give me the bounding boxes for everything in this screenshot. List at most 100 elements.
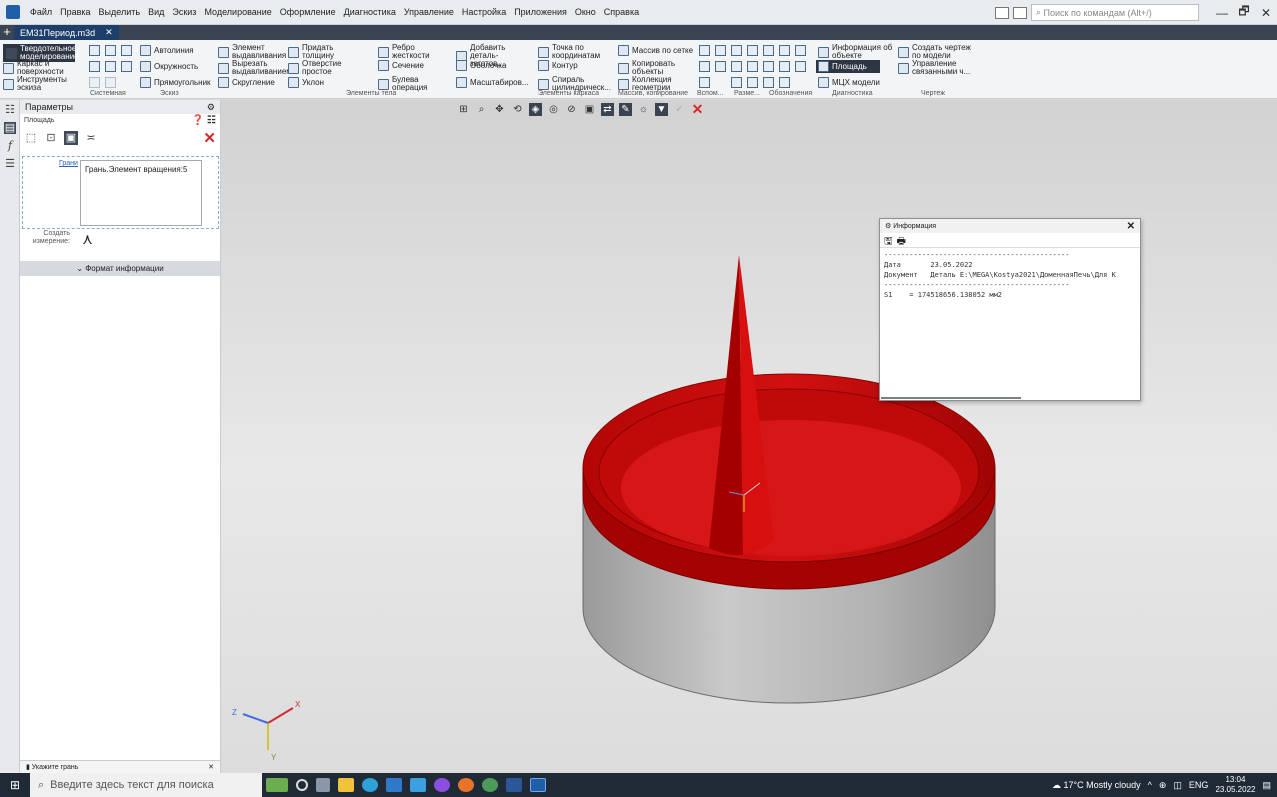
faces-list[interactable]: Грань.Элемент вращения:5 [80,160,202,226]
zoom-window-icon[interactable]: ⌕ [475,103,488,116]
shell-button[interactable]: Оболочка [456,60,506,71]
menu-view[interactable]: Вид [144,7,168,17]
thicken-button[interactable]: Придать толщину [288,44,342,60]
undo-icon[interactable] [89,77,100,88]
document-tab[interactable]: ЕМ31Период.m3d ✕ [14,25,119,40]
select-body-icon[interactable]: ⊡ [44,131,58,145]
clock[interactable]: 13:04 23.05.2022 [1215,775,1255,795]
layout-toggle-icon[interactable] [1013,6,1027,19]
store-icon[interactable] [386,778,402,792]
exclude-icon[interactable]: ≍ [84,131,98,145]
confirm-icon[interactable]: ✓ [673,103,686,116]
copy-objects-button[interactable]: Копировать объекты [618,60,678,76]
cut-extrude-button[interactable]: Вырезать выдавливанием [218,60,294,76]
tolerance-icon[interactable] [763,77,774,88]
close-button[interactable]: ✕ [1255,6,1277,20]
fillet-button[interactable]: Скругление [218,77,275,88]
save-file-icon[interactable] [121,45,132,56]
menu-modeling[interactable]: Моделирование [200,7,275,17]
aux-plane-icon[interactable] [715,45,726,56]
select-face-icon[interactable]: ⬚ [24,131,38,145]
horizontal-scrollbar[interactable] [881,397,1021,399]
menu-window[interactable]: Окно [571,7,600,17]
group-wire-elements[interactable]: Элементы каркаса [538,90,599,97]
weather-widget-icon[interactable] [266,778,288,792]
open-file-icon[interactable] [105,45,116,56]
task-view-icon[interactable] [316,778,330,792]
menu-apps[interactable]: Приложения [510,7,571,17]
format-info-section[interactable]: ⌄ Формат информации [20,261,220,276]
group-system[interactable]: Системная [90,90,126,97]
dimension-angle-icon[interactable] [779,45,790,56]
media-app-icon[interactable] [482,778,498,792]
aux-normal-icon[interactable] [715,61,726,72]
faces-label[interactable]: Грани [59,160,78,167]
maximize-button[interactable]: 🗗 [1233,2,1255,23]
settings-icon[interactable]: ⚙ [207,102,215,113]
dimension-diameter-icon[interactable] [747,61,758,72]
faces-list-item[interactable]: Грань.Элемент вращения:5 [85,165,187,174]
new-file-icon[interactable] [89,45,100,56]
dimension-radius-icon[interactable] [795,45,806,56]
relations-icon[interactable]: ⇄ [601,103,614,116]
variables-icon[interactable]: f [4,140,16,152]
tree-icon[interactable]: ☷ [4,104,16,116]
menu-edit[interactable]: Правка [56,7,94,17]
print-icon[interactable] [89,61,100,72]
rotate-icon[interactable]: ⟲ [511,103,524,116]
cancel-icon[interactable]: ✕ [691,102,704,116]
command-search-input[interactable]: ⌕ Поиск по командам (Alt+/) [1031,4,1199,21]
print-icon[interactable]: 🖶 [897,234,906,247]
save-icon[interactable]: 🖫 [884,234,893,247]
help-icon[interactable]: ❓ ☷ [192,115,216,126]
extrude-button[interactable]: Элемент выдавливания [218,44,288,60]
section-view-icon[interactable]: ⊘ [565,103,578,116]
contour-button[interactable]: Контур [538,60,578,71]
parameters-tab-icon[interactable]: ▤ [4,122,16,134]
group-array-copy[interactable]: Массив, копирование [618,90,688,97]
aux-midplane-icon[interactable] [731,77,742,88]
object-info-button[interactable]: Информация об объекте [818,44,898,60]
aux-line-icon[interactable] [699,45,710,56]
minimize-button[interactable]: — [1211,6,1233,20]
word-icon[interactable] [506,778,522,792]
mass-properties-button[interactable]: МЦХ модели [818,77,880,88]
3d-viewport[interactable]: X Y Z ⊞ ⌕ ✥ ⟲ ◈ ◎ ⊘ ▣ ⇄ ✎ ☼ ▼ ✓ ✕ [221,100,1277,773]
notifications-icon[interactable]: ▤ [1262,780,1271,791]
point-by-coords-button[interactable]: Точка по координатам [538,44,606,60]
weather-status[interactable]: ☁ 17°C Mostly cloudy [1052,780,1141,791]
mode-wireframe[interactable]: Каркас и поверхности [3,60,67,76]
group-aux[interactable]: Вспом... [697,90,724,97]
base-icon[interactable] [795,61,806,72]
hole-button[interactable]: Отверстие простое [288,60,342,76]
cortana-icon[interactable] [296,779,308,791]
filter-icon[interactable]: ▼ [655,103,668,116]
taskbar-search-input[interactable]: ⌕ Введите здесь текст для поиска [30,773,262,797]
group-drawing[interactable]: Чертеж [921,90,945,97]
dimension-auto-icon[interactable] [747,77,758,88]
roughness-icon[interactable] [763,61,774,72]
inner-floor[interactable] [621,420,961,556]
menu-diagnostics[interactable]: Диагностика [340,7,400,17]
circle-button[interactable]: Окружность [140,61,198,72]
rectangle-button[interactable]: Прямоугольник [140,77,211,88]
kompas-icon[interactable] [530,778,546,792]
firefox-icon[interactable] [458,778,474,792]
autoline-button[interactable]: Автолиния [140,45,194,56]
3d-scene[interactable]: X Y Z [221,100,1277,773]
grid-array-button[interactable]: Массив по сетке [618,45,693,56]
aux-tangent-icon[interactable] [731,61,742,72]
information-title-bar[interactable]: ⚙ Информация ✕ [880,219,1140,233]
aux-point-icon[interactable] [747,45,758,56]
menu-file[interactable]: Файл [26,7,56,17]
light-icon[interactable]: ☼ [637,103,650,116]
dimension-linear-icon[interactable] [763,45,774,56]
sketch-view-icon[interactable]: ✎ [619,103,632,116]
orientation-icon[interactable]: ◈ [529,103,542,116]
edge-icon[interactable] [362,778,378,792]
menu-sketch[interactable]: Эскиз [168,7,200,17]
redo-icon[interactable] [105,77,116,88]
aux-offset-icon[interactable] [699,61,710,72]
new-tab-button[interactable]: + [0,25,14,40]
menu-select[interactable]: Выделить [95,7,145,17]
